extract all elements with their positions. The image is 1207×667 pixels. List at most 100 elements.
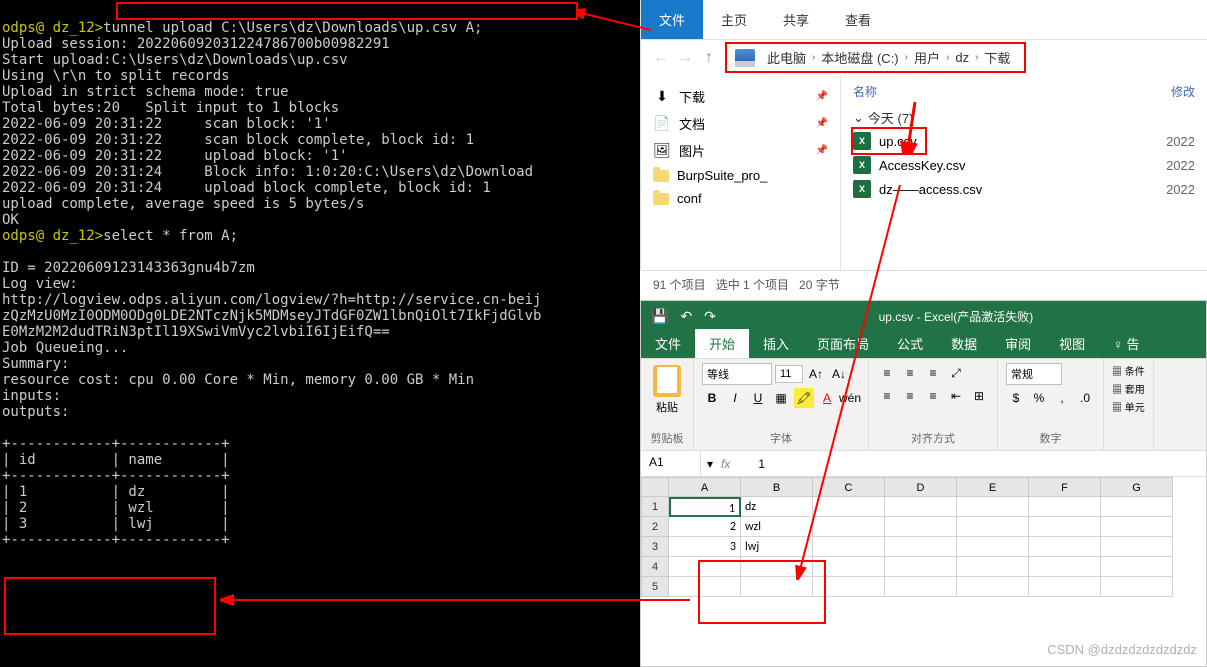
italic-button[interactable]: I: [725, 388, 745, 408]
nav-forward-icon[interactable]: →: [673, 46, 697, 70]
row-header[interactable]: 1: [641, 497, 669, 517]
orientation-icon[interactable]: ⤢: [946, 363, 966, 383]
cell[interactable]: [1101, 517, 1173, 537]
breadcrumb-item[interactable]: 用户: [908, 48, 946, 67]
cell-a1[interactable]: 1: [669, 497, 741, 517]
cell[interactable]: [1101, 497, 1173, 517]
align-top-icon[interactable]: ≡: [877, 363, 897, 383]
cell-a3[interactable]: 3: [669, 537, 741, 557]
breadcrumb-item[interactable]: dz: [949, 50, 975, 65]
cell[interactable]: [1029, 577, 1101, 597]
percent-icon[interactable]: %: [1029, 388, 1049, 408]
tab-file[interactable]: 文件: [641, 0, 703, 39]
paste-button[interactable]: 粘贴: [649, 363, 685, 417]
cell[interactable]: [1029, 497, 1101, 517]
increase-font-icon[interactable]: A↑: [806, 364, 826, 384]
cell[interactable]: [813, 537, 885, 557]
border-button[interactable]: ▦: [771, 388, 791, 408]
column-modified[interactable]: 修改: [1171, 83, 1195, 100]
font-color-button[interactable]: A: [817, 388, 837, 408]
row-header[interactable]: 4: [641, 557, 669, 577]
cell[interactable]: [957, 497, 1029, 517]
tab-view[interactable]: 查看: [827, 0, 889, 39]
formula-input[interactable]: 1: [738, 457, 765, 471]
column-header[interactable]: G: [1101, 477, 1173, 497]
align-left-icon[interactable]: ≡: [877, 386, 897, 406]
fill-color-button[interactable]: 🖍: [794, 388, 814, 408]
tab-layout[interactable]: 页面布局: [803, 329, 883, 358]
cell[interactable]: [957, 557, 1029, 577]
breadcrumb[interactable]: 此电脑› 本地磁盘 (C:)› 用户› dz› 下载: [725, 42, 1026, 73]
bold-button[interactable]: B: [702, 388, 722, 408]
tab-share[interactable]: 共享: [765, 0, 827, 39]
cell[interactable]: [813, 517, 885, 537]
cell[interactable]: [885, 497, 957, 517]
row-header[interactable]: 5: [641, 577, 669, 597]
align-bottom-icon[interactable]: ≡: [923, 363, 943, 383]
number-format-select[interactable]: 常规: [1006, 363, 1062, 385]
align-center-icon[interactable]: ≡: [900, 386, 920, 406]
cell[interactable]: [1029, 517, 1101, 537]
sidebar-item-downloads[interactable]: ⬇下载📌: [641, 83, 840, 110]
cell[interactable]: [669, 557, 741, 577]
cell[interactable]: [957, 517, 1029, 537]
cell[interactable]: [1101, 537, 1173, 557]
undo-icon[interactable]: ↶: [680, 308, 692, 325]
redo-icon[interactable]: ↷: [704, 308, 716, 325]
file-row[interactable]: Xup.csv2022: [841, 129, 1207, 153]
terminal[interactable]: odps@ dz_12>tunnel upload C:\Users\dz\Do…: [0, 0, 640, 667]
name-box[interactable]: A1: [641, 451, 701, 476]
tab-view[interactable]: 视图: [1045, 329, 1099, 358]
cell[interactable]: [885, 537, 957, 557]
column-name[interactable]: 名称: [853, 83, 1171, 100]
nav-up-icon[interactable]: ↑: [697, 46, 721, 70]
underline-button[interactable]: U: [748, 388, 768, 408]
cell[interactable]: [741, 577, 813, 597]
font-size-select[interactable]: 11: [775, 365, 803, 383]
cell[interactable]: [885, 517, 957, 537]
tab-formulas[interactable]: 公式: [883, 329, 937, 358]
cell[interactable]: [1101, 557, 1173, 577]
breadcrumb-item[interactable]: 此电脑: [761, 48, 812, 67]
tab-tell-me[interactable]: ♀ 告: [1099, 329, 1153, 358]
breadcrumb-item[interactable]: 下载: [978, 48, 1016, 67]
sidebar-item-pictures[interactable]: 🖼图片📌: [641, 137, 840, 164]
indent-icon[interactable]: ⇤: [946, 386, 966, 406]
save-icon[interactable]: 💾: [651, 308, 668, 325]
cell[interactable]: [1101, 577, 1173, 597]
tab-data[interactable]: 数据: [937, 329, 991, 358]
tab-insert[interactable]: 插入: [749, 329, 803, 358]
tab-review[interactable]: 审阅: [991, 329, 1045, 358]
cell[interactable]: [813, 577, 885, 597]
row-header[interactable]: 3: [641, 537, 669, 557]
file-row[interactable]: Xdz——access.csv2022: [841, 177, 1207, 201]
cell[interactable]: [957, 577, 1029, 597]
cell[interactable]: [741, 557, 813, 577]
dropdown-icon[interactable]: ▾: [707, 457, 713, 471]
column-header[interactable]: B: [741, 477, 813, 497]
column-header[interactable]: F: [1029, 477, 1101, 497]
align-right-icon[interactable]: ≡: [923, 386, 943, 406]
column-header[interactable]: E: [957, 477, 1029, 497]
group-header[interactable]: ⌄今天 (7): [841, 106, 1207, 129]
merge-icon[interactable]: ⊞: [969, 386, 989, 406]
cell[interactable]: [1029, 557, 1101, 577]
select-all-corner[interactable]: [641, 477, 669, 497]
tab-home[interactable]: 主页: [703, 0, 765, 39]
currency-icon[interactable]: $: [1006, 388, 1026, 408]
sidebar-item-folder[interactable]: BurpSuite_pro_: [641, 164, 840, 187]
phonetic-button[interactable]: wén: [840, 388, 860, 408]
nav-back-icon[interactable]: ←: [649, 46, 673, 70]
column-header[interactable]: C: [813, 477, 885, 497]
breadcrumb-item[interactable]: 本地磁盘 (C:): [815, 48, 904, 67]
cell[interactable]: [1029, 537, 1101, 557]
row-header[interactable]: 2: [641, 517, 669, 537]
cell[interactable]: [957, 537, 1029, 557]
font-name-select[interactable]: 等线: [702, 363, 772, 385]
increase-decimal-icon[interactable]: .0: [1075, 388, 1095, 408]
tab-home[interactable]: 开始: [695, 329, 749, 358]
column-header[interactable]: A: [669, 477, 741, 497]
column-header[interactable]: D: [885, 477, 957, 497]
sidebar-item-documents[interactable]: 📄文档📌: [641, 110, 840, 137]
cell[interactable]: [885, 557, 957, 577]
